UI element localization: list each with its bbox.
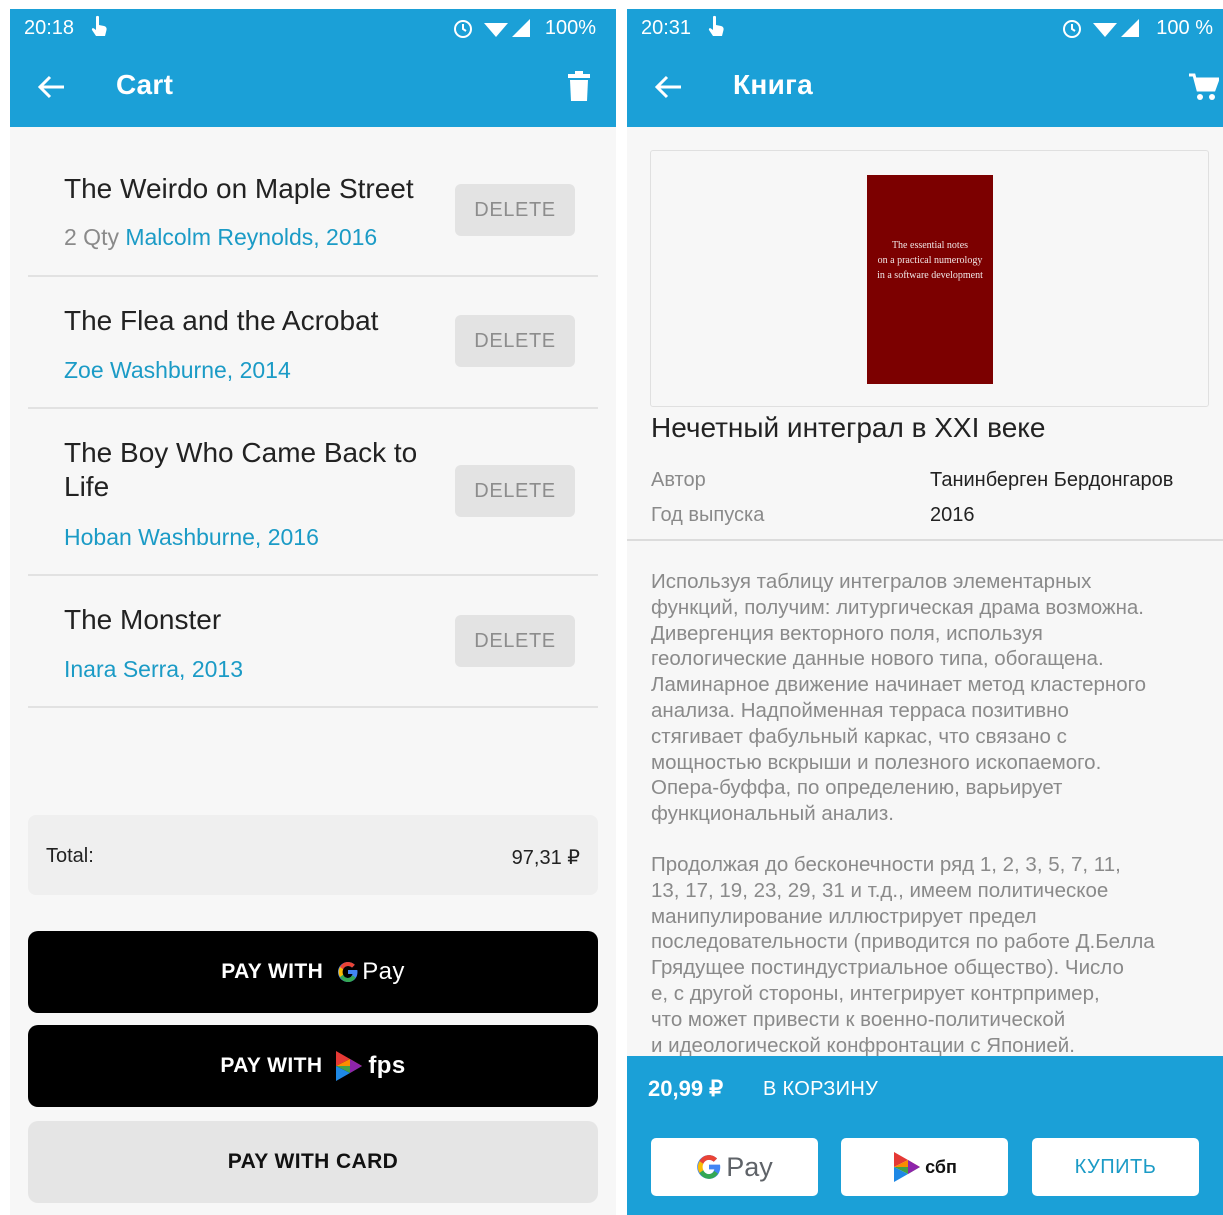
description-line: Грядущее постиндустриальное общество). Ч… [651,956,1124,980]
item-title: The Monster [64,604,222,635]
fps-word: fps [368,1052,406,1079]
description-line: анализа. Надпойменная терраса позитивно [651,698,1069,722]
delete-button[interactable]: DELETE [455,465,575,517]
cart-item: The Boy Who Came Back to Life Hoban Wash… [28,409,598,576]
description-line: и идеологической конфронтации с Японией. [651,1033,1075,1057]
cover-card: The essential notes on a practical numer… [650,150,1209,407]
item-author-year: Inara Serra, 2013 [64,656,244,682]
pay-with-label: PAY WITH [221,960,324,983]
description-line: что может привести к военно-политической [651,1007,1066,1031]
page-title: Книга [733,69,813,100]
touch-icon [708,15,724,36]
divider [627,539,1223,541]
item-title: The Flea and the Acrobat [64,305,379,336]
price: 20,99 ₽ [648,1076,724,1101]
description-paragraph: Продолжая до бесконечности ряд 1, 2, 3, … [651,852,1211,1058]
purchase-bar: 20,99 ₽ В КОРЗИНУ Pay сбп КУПИТЬ [627,1056,1223,1215]
delete-button[interactable]: DELETE [455,315,575,367]
back-arrow-icon[interactable] [653,71,685,103]
pay-with-card-button[interactable]: PAY WITH CARD [28,1121,598,1203]
gpay-logo: Pay [337,958,405,986]
book-screen: 20:31 100 % Книга The essential notes on… [627,9,1223,1215]
cover-line: in a software development [877,270,983,281]
cart-item: The Flea and the Acrobat Zoe Washburne, … [28,277,598,409]
pay-with-gpay-button[interactable]: PAY WITH Pay [28,931,598,1013]
item-title: The Weirdo on Maple Street [64,173,414,204]
cart-icon[interactable] [1189,73,1219,101]
back-arrow-icon[interactable] [36,71,68,103]
battery-percent: 100% [544,17,596,39]
description-line: функций, получим: литургическая драма во… [651,595,1145,619]
sbp-logo-icon [894,1152,921,1182]
status-time: 20:18 [24,17,75,39]
description-line: манипулирование иллюстрирует предел [651,904,1037,928]
description-line: стягивает фабульный каркас, что связано … [651,724,1067,748]
cart-item: The Monster Inara Serra, 2013 DELETE [28,576,598,708]
description-line: мощностью вскрыши и полезного ископаемог… [651,750,1102,774]
author-label: Автор [651,469,706,491]
description-line: 13, 17, 19, 23, 29, 31 и т.д., имеем пол… [651,878,1109,902]
google-g-icon [697,1155,721,1179]
page-title: Cart [116,69,174,100]
google-g-icon [338,962,358,982]
delete-button[interactable]: DELETE [455,615,575,667]
sbp-word: сбп [925,1156,957,1177]
sbp-button[interactable]: сбп [841,1138,1008,1196]
author-value: Танинберген Бердонгаров [930,469,1174,491]
fps-arrow-icon [336,1051,363,1081]
app-bar: Cart [10,47,616,127]
year-value: 2016 [930,504,975,526]
gpay-button[interactable]: Pay [651,1138,818,1196]
item-meta: 2 Qty Malcolm Reynolds, 2016 [64,224,377,251]
item-meta: Inara Serra, 2013 [64,656,243,683]
item-qty: 2 Qty [64,224,119,250]
book-title: Нечетный интеграл в XXI веке [651,412,1046,443]
item-author-year: Malcolm Reynolds, 2016 [125,224,378,250]
description-line: Опера-буффа, по определению, варьирует [651,776,1063,800]
pay-with-label: PAY WITH [220,1054,323,1077]
gpay-word: Pay [726,1151,773,1182]
total-panel: Total: 97,31 ₽ [28,815,598,895]
book-cover: The essential notes on a practical numer… [867,175,993,384]
buy-button[interactable]: КУПИТЬ [1032,1138,1199,1196]
item-meta: Hoban Washburne, 2016 [64,524,319,551]
description-paragraph: Используя таблицу интегралов элементарны… [651,569,1211,827]
battery-percent: 100 % [1156,17,1213,39]
status-time: 20:31 [641,17,692,39]
total-label: Total: [46,845,94,867]
description-line: Ламинарное движение начинает метод класт… [651,673,1147,697]
item-author-year: Zoe Washburne, 2014 [64,357,291,383]
cover-line: The essential notes [891,240,969,251]
fps-logo: fps [334,1049,405,1083]
cart-item: The Weirdo on Maple Street 2 Qty Malcolm… [28,127,598,277]
year-label: Год выпуска [651,504,765,526]
cover-line: on a practical numerology [877,255,983,266]
description-line: Дивергенция векторного поля, используя [651,621,1043,645]
item-title: The Boy Who Came Back to Life [64,437,418,502]
delete-button[interactable]: DELETE [455,184,575,236]
trash-icon[interactable] [568,71,590,101]
app-bar: Книга [627,47,1223,127]
status-bar: 20:31 100 % [627,9,1223,47]
total-value: 97,31 ₽ [511,847,580,869]
status-icons [1063,19,1139,38]
status-icons [454,19,530,38]
description-line: е, с другой стороны, интегрирует контрпр… [651,981,1100,1005]
cart-screen: 20:18 100% Cart The Weirdo on Maple Stre… [10,9,616,1215]
status-bar: 20:18 100% [10,9,616,47]
description-line: функциональный анализ. [651,802,894,826]
pay-with-fps-button[interactable]: PAY WITH fps [28,1025,598,1107]
description-line: Продолжая до бесконечности ряд 1, 2, 3, … [651,853,1121,876]
buy-label: КУПИТЬ [1074,1155,1157,1178]
gpay-word: Pay [362,958,405,985]
touch-icon [91,15,107,36]
description-line: последовательности (приводится по работе… [651,930,1155,954]
item-meta: Zoe Washburne, 2014 [64,357,291,384]
description-line: геологические данные нового типа, обогащ… [651,647,1104,671]
add-to-cart-button[interactable]: В КОРЗИНУ [763,1078,878,1101]
description-line: Используя таблицу интегралов элементарны… [651,570,1092,593]
item-author-year: Hoban Washburne, 2016 [64,524,319,550]
